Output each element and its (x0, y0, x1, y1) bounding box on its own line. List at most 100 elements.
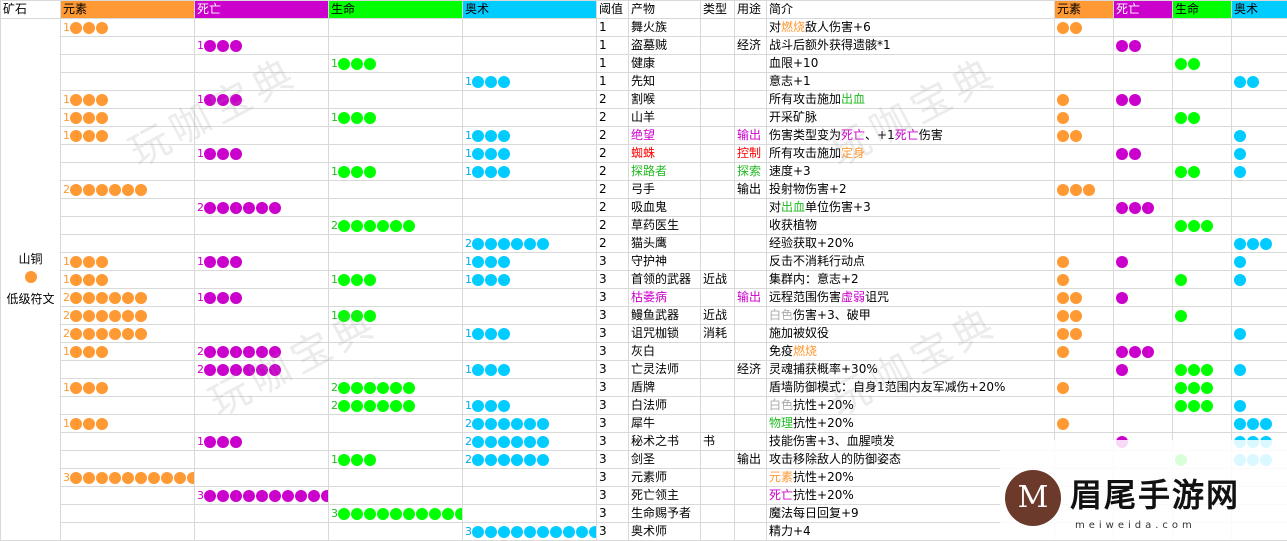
pick-cell-ao (1232, 73, 1287, 91)
cost-cell-yuan (61, 199, 195, 217)
desc-cell: 收获植物 (767, 217, 1055, 235)
pick-cell-sheng (1173, 73, 1232, 91)
cost-cell-si: 2 (195, 361, 329, 379)
si-dot-icon (204, 436, 216, 448)
yuan-dot-icon (96, 274, 108, 286)
type-cell (701, 505, 735, 523)
table-row: 213鳗鱼武器近战白色伤害+3、破甲 (1, 307, 1287, 325)
threshold-cell: 2 (597, 163, 629, 181)
cost-cell-si: 3 (195, 487, 329, 505)
ao-dot-icon (498, 418, 510, 430)
yuan-dot-icon (70, 382, 82, 394)
cost-cell-yuan: 3 (61, 469, 195, 487)
pick-cell-ao (1232, 145, 1287, 163)
yuan-dot-icon (70, 94, 82, 106)
table-row: 123犀牛物理抗性+20% (1, 415, 1287, 433)
desc-segment: 反击不消耗行动点 (769, 254, 865, 268)
ao-dot-icon (472, 328, 484, 340)
ore-name: 山铜 (3, 251, 58, 268)
type-cell (701, 469, 735, 487)
sheng-dot-icon (351, 508, 363, 520)
cost-cell-ao (463, 91, 597, 109)
cost-level: 1 (63, 255, 70, 268)
product-cell: 弓手 (629, 181, 701, 199)
cost-cell-ao: 2 (463, 415, 597, 433)
usage-cell (735, 469, 767, 487)
desc-cell: 经验获取+20% (767, 235, 1055, 253)
ao-dot-icon (472, 76, 484, 88)
sheng-dot-icon (1188, 382, 1200, 394)
pick-cell-ao (1232, 199, 1287, 217)
yuan-dot-icon (70, 328, 82, 340)
desc-segment: 燃烧 (781, 20, 805, 34)
yuan-dot-icon (148, 472, 160, 484)
threshold-cell: 2 (597, 217, 629, 235)
desc-segment: 投射物伤害+2 (769, 182, 847, 196)
pick-cell-sheng (1173, 127, 1232, 145)
header-ore: 矿石 (1, 1, 61, 19)
usage-cell (735, 433, 767, 451)
cost-cell-sheng (329, 469, 463, 487)
cost-cell-ao: 2 (463, 433, 597, 451)
pick-cell-sheng (1173, 307, 1232, 325)
desc-segment: 诅咒 (865, 290, 889, 304)
product-cell: 探路者 (629, 163, 701, 181)
cost-cell-si (195, 109, 329, 127)
ao-dot-icon (1247, 418, 1259, 430)
yuan-dot-icon (96, 22, 108, 34)
sheng-dot-icon (338, 166, 350, 178)
header-usage: 用途 (735, 1, 767, 19)
cost-level: 1 (465, 363, 472, 376)
pick-cell-ao (1232, 55, 1287, 73)
logo-url: meiweida.com (1075, 520, 1196, 531)
yuan-dot-icon (109, 292, 121, 304)
si-dot-icon (1142, 346, 1154, 358)
usage-cell (735, 235, 767, 253)
yuan-dot-icon (70, 184, 82, 196)
table-row: 123灰白免疫燃烧 (1, 343, 1287, 361)
ao-dot-icon (1234, 400, 1246, 412)
table-row: 11先知意志+1 (1, 73, 1287, 91)
cost-cell-sheng (329, 253, 463, 271)
usage-cell (735, 397, 767, 415)
ao-dot-icon (1234, 238, 1246, 250)
sheng-dot-icon (364, 454, 376, 466)
cost-cell-yuan: 2 (61, 307, 195, 325)
cost-cell-ao (463, 469, 597, 487)
sheng-dot-icon (1201, 382, 1213, 394)
type-cell (701, 361, 735, 379)
ao-dot-icon (472, 130, 484, 142)
pick-cell-ao (1232, 307, 1287, 325)
desc-cell: 白色伤害+3、破甲 (767, 307, 1055, 325)
pick-cell-si (1114, 253, 1173, 271)
cost-cell-yuan: 2 (61, 325, 195, 343)
yuan-dot-icon (83, 22, 95, 34)
desc-cell: 意志+1 (767, 73, 1055, 91)
usage-cell (735, 415, 767, 433)
cost-cell-sheng (329, 199, 463, 217)
sheng-dot-icon (1201, 220, 1213, 232)
product-cell: 盗墓贼 (629, 37, 701, 55)
cost-cell-si (195, 307, 329, 325)
sheng-dot-icon (364, 400, 376, 412)
threshold-cell: 3 (597, 505, 629, 523)
si-dot-icon (1129, 148, 1141, 160)
cost-level: 2 (465, 453, 472, 466)
pick-cell-yuan (1055, 325, 1114, 343)
sheng-dot-icon (1175, 400, 1187, 412)
table-row: 1113守护神反击不消耗行动点 (1, 253, 1287, 271)
pick-cell-ao (1232, 289, 1287, 307)
ao-dot-icon (511, 436, 523, 448)
yuan-dot-icon (96, 292, 108, 304)
ore-tier: 低级符文 (3, 291, 58, 308)
usage-cell: 经济 (735, 37, 767, 55)
pick-cell-sheng (1173, 145, 1232, 163)
ao-dot-icon (472, 166, 484, 178)
header-sheng: 生命 (329, 1, 463, 19)
sheng-dot-icon (338, 58, 350, 70)
desc-cell: 反击不消耗行动点 (767, 253, 1055, 271)
yuan-dot-icon (1057, 22, 1069, 34)
pick-cell-yuan (1055, 55, 1114, 73)
sheng-dot-icon (351, 112, 363, 124)
cost-cell-sheng (329, 37, 463, 55)
